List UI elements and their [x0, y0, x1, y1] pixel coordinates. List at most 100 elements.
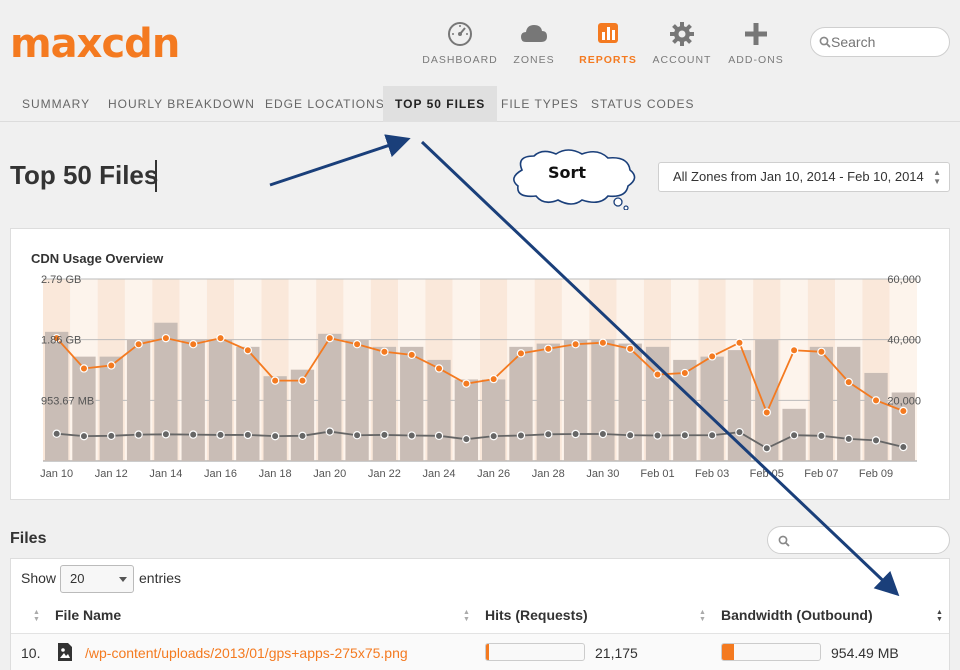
chart-point: [544, 344, 553, 353]
cdn-usage-card: CDN Usage Overview 2.79 GB 1.86 GB 953.67 …: [10, 228, 950, 500]
chart-bar: [454, 379, 478, 461]
chart-point: [489, 374, 498, 384]
page-size-select[interactable]: 20: [60, 565, 134, 593]
chart-point: [380, 347, 389, 357]
sort-hits-icon[interactable]: ▲ ▼: [699, 609, 706, 623]
chart-x-tick: Jan 14: [149, 468, 182, 480]
chart-point: [434, 364, 444, 373]
chart-point: [844, 377, 853, 387]
chart-point: [352, 340, 362, 349]
chart-point: [899, 442, 908, 452]
chart-point: [762, 444, 771, 453]
nav-account[interactable]: ACCOUNT: [640, 20, 724, 66]
global-search[interactable]: [810, 27, 950, 57]
nav-label: ZONES: [513, 54, 555, 66]
bandwidth-bar: [721, 643, 821, 661]
column-hits[interactable]: Hits (Requests): [485, 607, 588, 623]
nav-label: REPORTS: [579, 54, 637, 66]
chart-x-tick: Jan 22: [368, 468, 401, 480]
select-arrows-icon: ▲ ▼: [933, 168, 941, 186]
sort-rank-icon[interactable]: ▲ ▼: [33, 609, 40, 623]
chart-bar: [99, 356, 123, 461]
chart-point: [270, 431, 280, 441]
chart-point: [161, 430, 171, 439]
row-rank: 10.: [21, 645, 41, 661]
chart-point: [243, 346, 253, 355]
cdn-usage-chart: 2.79 GB 1.86 GB 953.67 MB 60,000 40,000 20,00…: [40, 274, 921, 480]
chart-x-tick: Feb 07: [804, 468, 838, 480]
chart-x-tick: Jan 12: [95, 468, 128, 480]
gear-icon: [670, 22, 694, 46]
chart-point: [707, 431, 717, 440]
row-bandwidth: 954.49 MB: [831, 645, 899, 661]
chart-bar: [536, 343, 560, 461]
chart-x-tick: Jan 28: [532, 468, 565, 480]
chart-point: [844, 434, 853, 444]
nav-add-ons[interactable]: ADD-ONS: [714, 20, 798, 66]
chart-x-tick: Jan 30: [586, 468, 619, 480]
chart-point: [52, 429, 61, 438]
chart-point: [325, 333, 334, 343]
chart-x-tick: Feb 01: [640, 468, 674, 480]
chart-bar: [208, 339, 233, 461]
chart-point: [598, 429, 608, 439]
files-search[interactable]: [767, 526, 950, 554]
tab-top-50-files[interactable]: TOP 50 FILES: [383, 86, 498, 122]
sort-bandwidth-icon[interactable]: ▲ ▼: [936, 609, 943, 623]
search-icon: [778, 535, 790, 547]
chart-point: [871, 396, 881, 405]
search-input[interactable]: [831, 33, 941, 51]
chart-point: [489, 431, 498, 441]
tab-hourly-breakdown[interactable]: HOURLY BREAKDOWN: [96, 86, 267, 122]
sort-file-name-icon[interactable]: ▲ ▼: [463, 609, 470, 623]
maxcdn-logo[interactable]: maxcdn: [10, 22, 180, 66]
nav-label: ADD-ONS: [728, 54, 784, 66]
chart-point: [735, 338, 744, 347]
chart-point: [789, 346, 799, 355]
chart-point: [762, 408, 771, 417]
chart-bar: [345, 339, 369, 461]
chart-bar: [700, 356, 724, 461]
chart-left-tick: 953.67 MB: [41, 395, 94, 407]
column-bandwidth[interactable]: Bandwidth (Outbound): [721, 607, 873, 623]
chart-point: [243, 430, 253, 440]
image-file-icon: [58, 643, 72, 661]
chevron-down-icon: [119, 577, 127, 582]
column-file-name[interactable]: File Name: [55, 607, 121, 623]
chart-point: [571, 340, 580, 349]
chart-right-tick: 60,000: [887, 274, 921, 286]
page-title: Top 50 Files: [10, 160, 159, 190]
chart-point: [107, 431, 116, 441]
chart-x-tick: Jan 10: [40, 468, 73, 480]
nav-dashboard[interactable]: DASHBOARD: [418, 20, 502, 66]
chart-x-tick: Jan 26: [477, 468, 510, 480]
tab-edge-locations[interactable]: EDGE LOCATIONS: [253, 86, 397, 122]
tab-status-codes[interactable]: STATUS CODES: [579, 86, 707, 122]
entries-label: entries: [139, 570, 182, 586]
chart-point: [462, 379, 471, 388]
tab-file-types[interactable]: FILE TYPES: [489, 86, 591, 122]
hits-bar-fill: [486, 644, 489, 660]
chart-bar: [126, 339, 151, 461]
chart-point: [735, 427, 744, 437]
chart-point: [216, 430, 225, 440]
chart-point: [516, 431, 526, 440]
chart-point: [817, 347, 826, 357]
chart-bar: [837, 346, 861, 461]
chart-bar: [727, 350, 752, 461]
chart-point: [107, 361, 116, 370]
files-table: Show 20 entries ▲ ▼ File Name ▲ ▼ Hits (Re…: [10, 558, 950, 670]
chart-point: [380, 430, 389, 440]
file-link[interactable]: /wp-content/uploads/2013/01/gps+apps-275…: [85, 645, 408, 661]
nav-reports[interactable]: REPORTS: [566, 20, 650, 66]
zone-date-filter[interactable]: All Zones from Jan 10, 2014 - Feb 10, 20…: [658, 162, 950, 192]
row-hits: 21,175: [595, 645, 638, 661]
chart-left-tick: 2.79 GB: [41, 274, 81, 286]
chart-point: [298, 376, 307, 385]
chart-point: [134, 340, 143, 349]
chart-right-tick: 20,000: [887, 395, 921, 407]
nav-zones[interactable]: ZONES: [492, 20, 576, 66]
chart-point: [817, 431, 826, 441]
tab-summary[interactable]: SUMMARY: [10, 86, 102, 122]
chart-point: [871, 436, 881, 445]
